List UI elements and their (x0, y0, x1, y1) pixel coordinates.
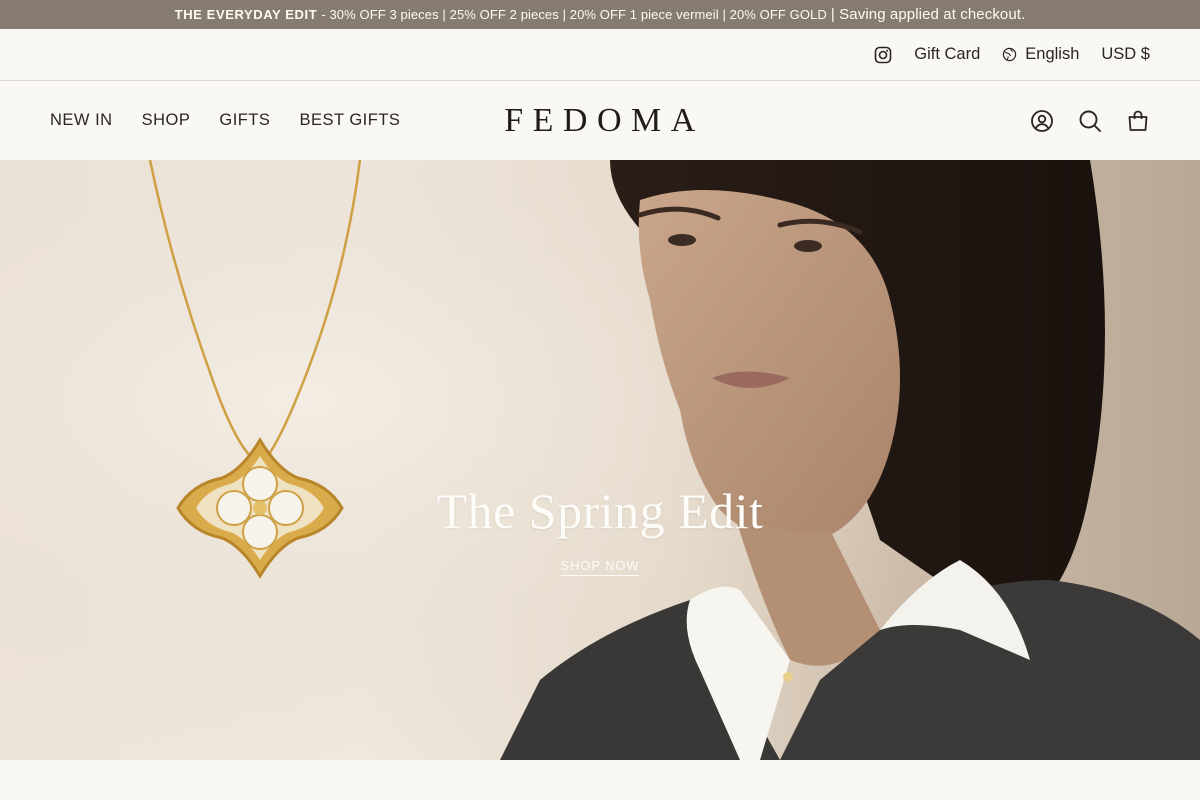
nav-item-new-in[interactable]: NEW IN (50, 111, 113, 130)
nav-item-gifts[interactable]: GIFTS (219, 111, 270, 130)
instagram-link[interactable] (874, 46, 892, 64)
utility-bar: Gift Card English USD $ (0, 29, 1200, 81)
brand-logo[interactable]: FEDOMA (495, 102, 705, 140)
announcement-tail: | Saving applied at checkout. (830, 6, 1026, 23)
hero-banner[interactable]: The Spring Edit SHOP NOW (0, 160, 1200, 760)
language-label: English (1025, 45, 1080, 63)
gift-card-link[interactable]: Gift Card (914, 45, 980, 64)
cart-button[interactable] (1126, 109, 1150, 133)
nav-icons (1030, 109, 1150, 133)
account-button[interactable] (1030, 109, 1054, 133)
shop-now-link[interactable]: SHOP NOW (560, 558, 640, 576)
nav-item-best-gifts[interactable]: BEST GIFTS (299, 111, 400, 130)
hero-title: The Spring Edit (436, 483, 764, 539)
search-icon (1079, 110, 1101, 132)
page-content-start (0, 760, 1200, 800)
announcement-text: - 30% OFF 3 pieces | 25% OFF 2 pieces | … (321, 7, 827, 22)
language-selector[interactable]: English (1002, 45, 1079, 64)
nav-links: NEW IN SHOP GIFTS BEST GIFTS (50, 111, 400, 130)
main-navigation: NEW IN SHOP GIFTS BEST GIFTS FEDOMA (0, 81, 1200, 160)
currency-selector[interactable]: USD $ (1101, 45, 1150, 64)
announcement-title: THE EVERYDAY EDIT (174, 7, 318, 22)
bag-icon (1128, 110, 1148, 131)
currency-label: USD $ (1101, 45, 1150, 63)
instagram-icon (874, 46, 892, 63)
announcement-bar: THE EVERYDAY EDIT - 30% OFF 3 pieces | 2… (0, 0, 1200, 29)
gift-card-label: Gift Card (914, 45, 981, 63)
nav-item-shop[interactable]: SHOP (142, 111, 191, 130)
account-icon (1031, 109, 1053, 132)
hero-image (0, 160, 1200, 760)
globe-icon (1003, 47, 1017, 62)
search-button[interactable] (1078, 109, 1102, 133)
